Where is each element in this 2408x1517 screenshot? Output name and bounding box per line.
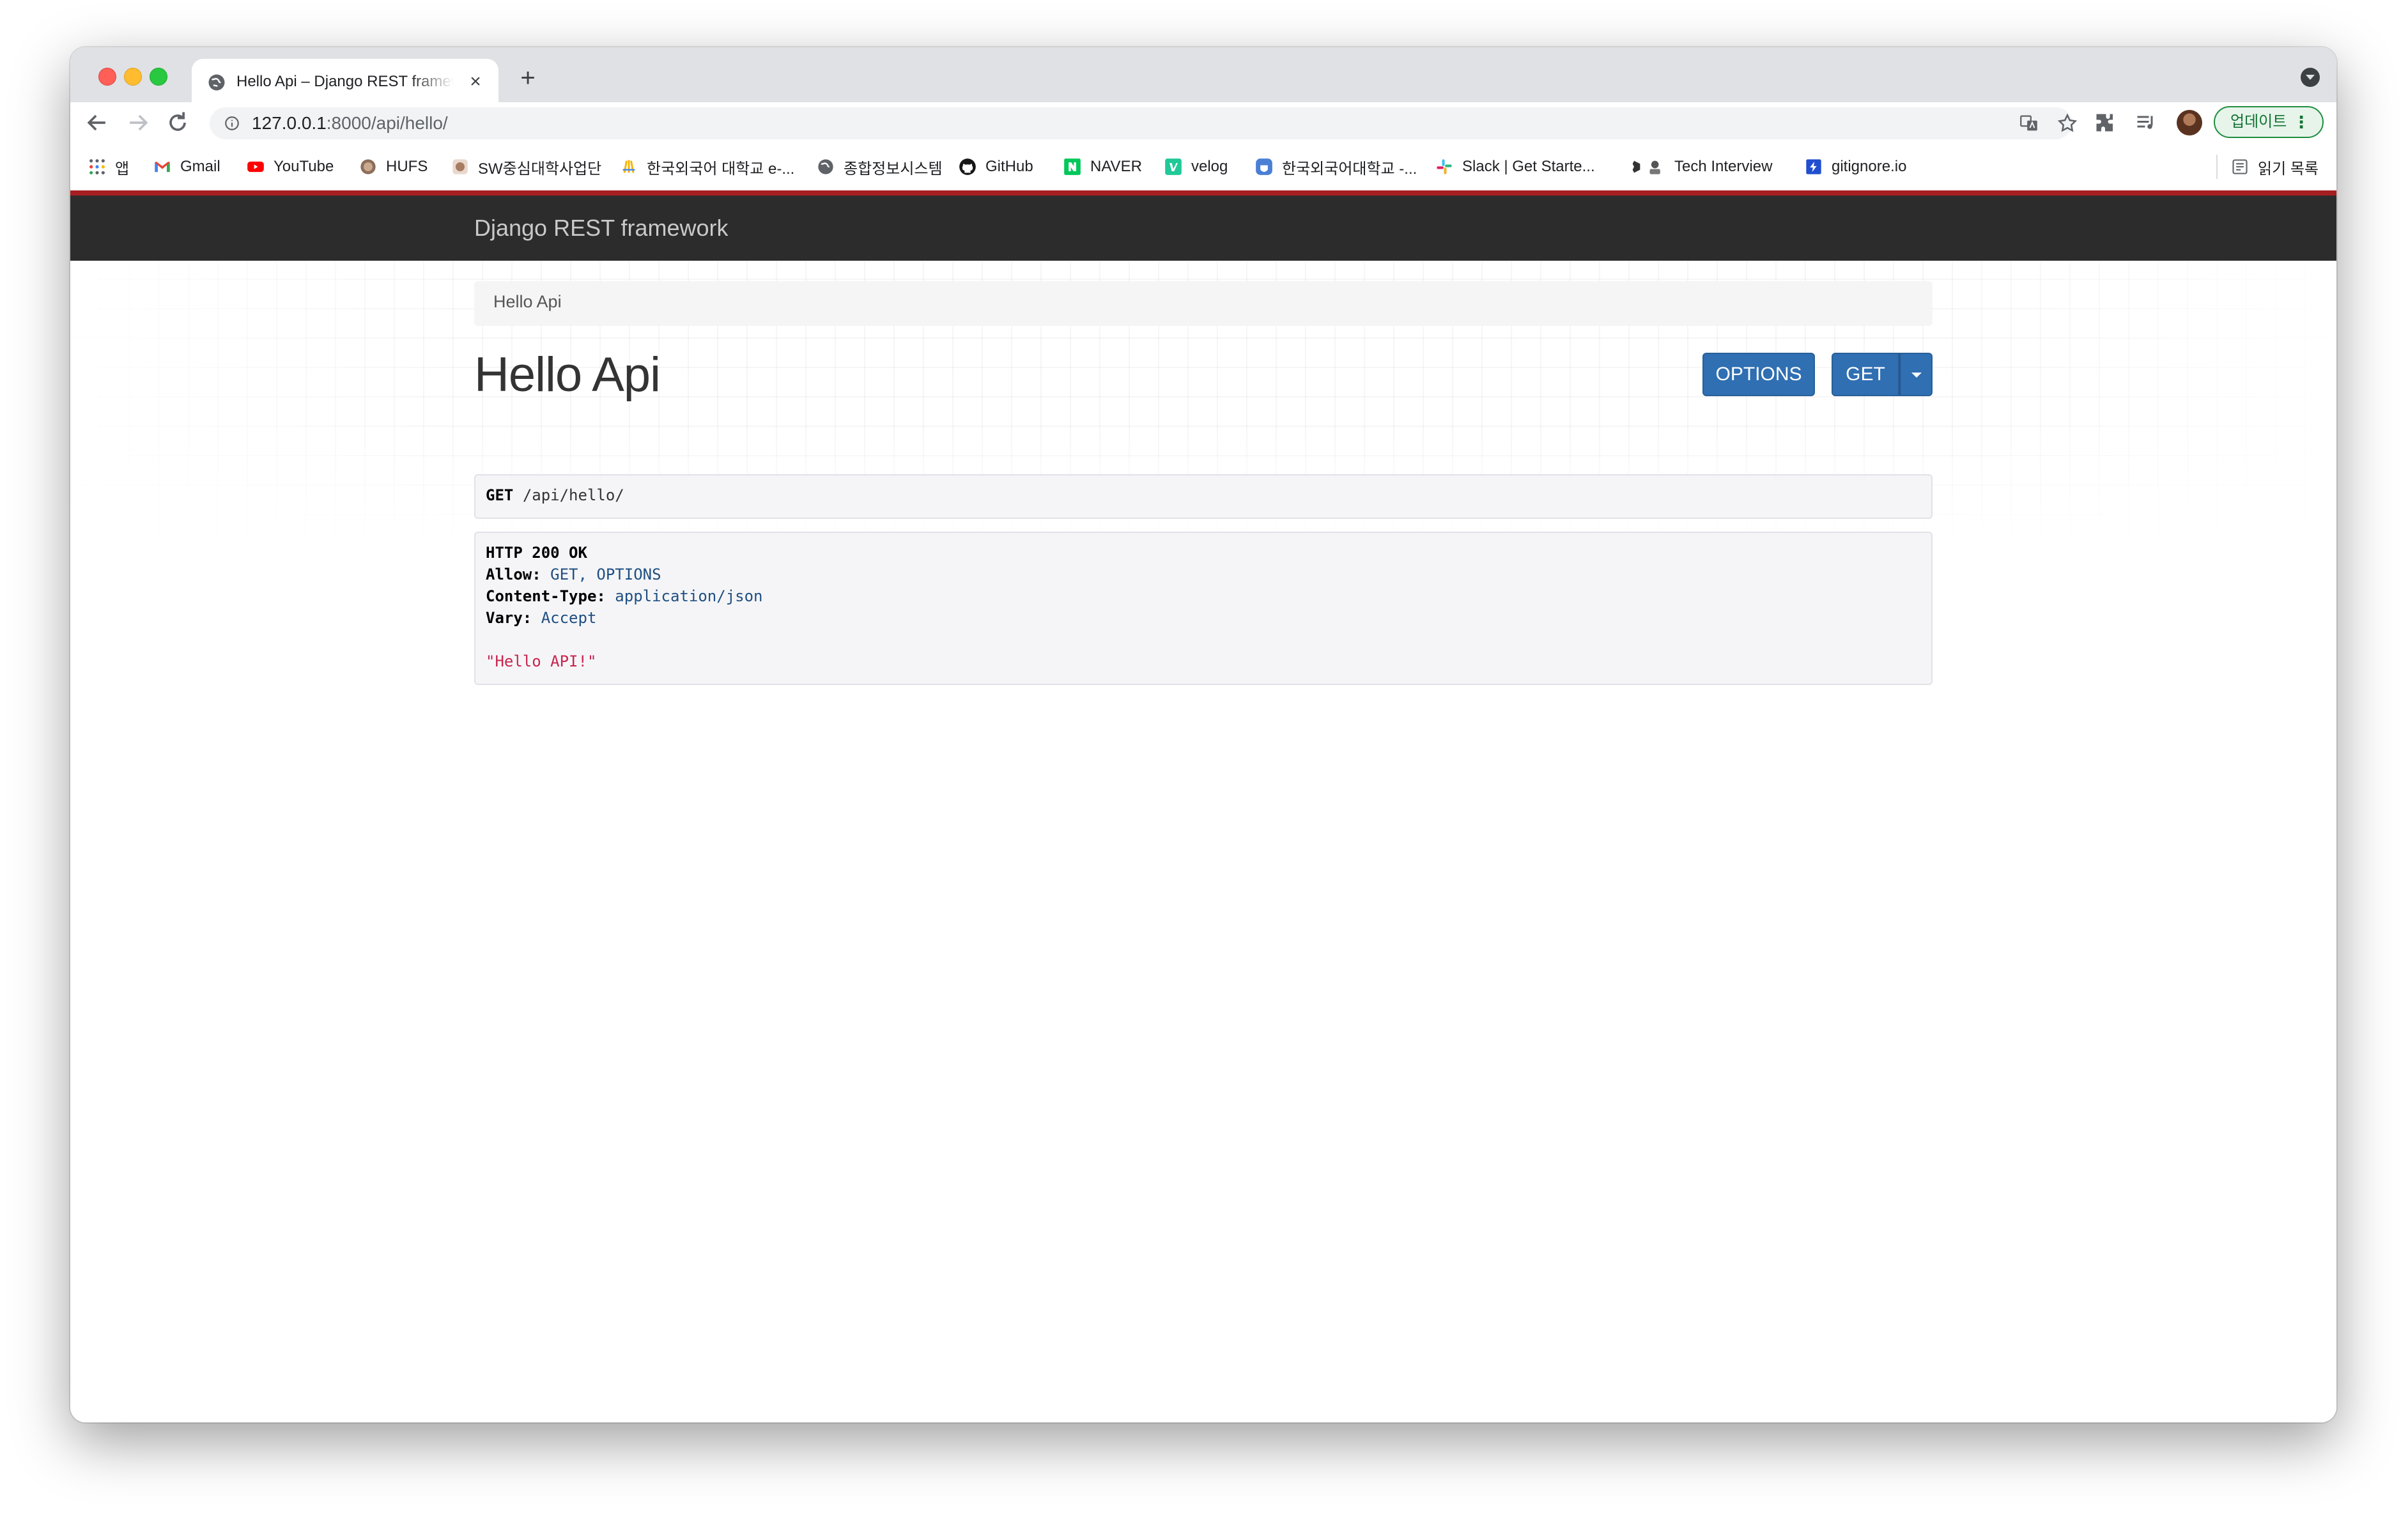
bookmark-label: HUFS	[386, 158, 428, 175]
extensions-icon[interactable]	[2094, 111, 2117, 134]
profile-avatar[interactable]	[2177, 110, 2202, 135]
request-info: GET /api/hello/	[474, 474, 1933, 519]
github-icon	[959, 158, 976, 175]
options-button[interactable]: OPTIONS	[1702, 353, 1815, 396]
reading-list-button[interactable]: 읽기 목록	[2231, 143, 2319, 190]
bookmark-label: YouTube	[274, 158, 334, 175]
reading-list-label: 읽기 목록	[2258, 160, 2319, 178]
reading-list-icon	[2232, 159, 2248, 174]
bookmark-hufs[interactable]: HUFS	[359, 143, 428, 190]
hufs-shield-icon	[1256, 158, 1272, 175]
bookmark-label: 종합정보시스템	[844, 160, 943, 178]
browser-toolbar: 127.0.0.1:8000/api/hello/ 업데이트 ⋮	[70, 102, 2336, 143]
tab-close-icon[interactable]: ×	[464, 70, 487, 93]
update-button[interactable]: 업데이트 ⋮	[2214, 106, 2324, 138]
sw-icon	[452, 159, 468, 174]
response-header: Content-Type: application/json	[486, 585, 1921, 607]
bookmark-velog[interactable]: velog	[1164, 143, 1228, 190]
close-window-button[interactable]	[98, 68, 116, 86]
globe-icon	[208, 74, 225, 91]
tab-strip: Hello Api – Django REST framework × +	[70, 47, 2336, 102]
bookmark-label: GitHub	[985, 158, 1033, 175]
breadcrumb-item-active: Hello Api	[493, 292, 562, 311]
bookmark-youtube[interactable]: YouTube	[247, 143, 334, 190]
minimize-window-button[interactable]	[124, 68, 142, 86]
bookmark-label: Gmail	[180, 158, 220, 175]
url-text: 127.0.0.1:8000/api/hello/	[252, 113, 448, 133]
bookmark-label: NAVER	[1090, 158, 1142, 175]
bookmark-slack[interactable]: Slack | Get Starte...	[1435, 143, 1595, 190]
drf-navbar: Django REST framework	[70, 196, 2336, 261]
reload-icon[interactable]	[164, 109, 192, 137]
bookmark-label: 한국외국어 대학교 e-...	[647, 160, 795, 178]
response-info: HTTP 200 OK Allow: GET, OPTIONS Content-…	[474, 532, 1933, 685]
hufs-eclass-icon	[622, 160, 635, 173]
header-name: Allow:	[486, 566, 541, 583]
maximize-window-button[interactable]	[150, 68, 167, 86]
naver-icon	[1064, 158, 1081, 175]
bookmark-hufs-portal[interactable]: 한국외국어대학교 -...	[1255, 143, 1417, 190]
bookmark-hufs-eclass[interactable]: 한국외국어 대학교 e-...	[620, 143, 794, 190]
bookmark-naver[interactable]: NAVER	[1063, 143, 1142, 190]
bookmark-gmail[interactable]: Gmail	[153, 143, 220, 190]
menu-dots-icon: ⋮	[2293, 112, 2310, 132]
request-path: /api/hello/	[522, 486, 624, 504]
bookmark-label: gitignore.io	[1832, 158, 1907, 175]
bookmark-info-system[interactable]: 종합정보시스템	[817, 143, 943, 190]
bookmark-gitignore[interactable]: gitignore.io	[1805, 143, 1906, 190]
tab-search-icon[interactable]	[2301, 68, 2320, 87]
update-label: 업데이트	[2230, 113, 2287, 130]
response-header: Allow: GET, OPTIONS	[486, 564, 1921, 585]
header-name: Content-Type:	[486, 587, 606, 605]
browser-window: Hello Api – Django REST framework × + 12…	[70, 47, 2336, 1422]
back-icon[interactable]	[83, 109, 111, 137]
response-status: HTTP 200 OK	[486, 544, 587, 562]
response-spacer	[486, 629, 1921, 651]
accent-bar	[70, 190, 2336, 196]
bookmark-label: velog	[1191, 158, 1228, 175]
globe-icon	[818, 159, 833, 174]
brand-link[interactable]: Django REST framework	[474, 215, 728, 242]
youtube-icon	[247, 161, 264, 173]
response-body: "Hello API!"	[486, 652, 597, 670]
bookmark-star-icon[interactable]	[2057, 112, 2078, 134]
page-title: Hello Api	[474, 348, 661, 402]
bookmark-label: SW중심대학사업단	[478, 160, 602, 178]
bookmark-label: Tech Interview	[1674, 158, 1773, 175]
bookmark-label: Slack | Get Starte...	[1462, 158, 1595, 175]
translate-icon[interactable]	[2018, 112, 2040, 134]
address-bar[interactable]: 127.0.0.1:8000/api/hello/	[210, 107, 2078, 139]
tech-interview-icon	[1632, 160, 1660, 174]
header-value: application/json	[615, 587, 763, 605]
media-queue-icon[interactable]	[2134, 111, 2157, 134]
request-method: GET	[486, 486, 514, 504]
header-name: Vary:	[486, 609, 532, 627]
bookmarks-bar: 앱 Gmail YouTube HUFS SW중심대학사업단 한국외국어 대학교…	[70, 143, 2336, 190]
slack-icon	[1437, 159, 1452, 174]
velog-icon	[1165, 158, 1182, 175]
header-value: GET, OPTIONS	[550, 566, 661, 583]
get-format-dropdown-toggle[interactable]	[1899, 353, 1933, 396]
hufs-icon	[360, 159, 376, 174]
gmail-icon	[155, 161, 170, 173]
bookmark-tech-interview[interactable]: Tech Interview	[1630, 143, 1772, 190]
new-tab-button[interactable]: +	[514, 64, 542, 92]
header-value: Accept	[541, 609, 597, 627]
gitignore-icon	[1806, 159, 1821, 174]
tab-title: Hello Api – Django REST framework	[236, 73, 454, 90]
response-header: Vary: Accept	[486, 607, 1921, 629]
breadcrumb: Hello Api	[474, 281, 1933, 326]
get-button[interactable]: GET	[1832, 353, 1899, 396]
forward-icon[interactable]	[124, 109, 152, 137]
apps-grid-icon	[89, 159, 105, 174]
bookmark-label: 한국외국어대학교 -...	[1282, 160, 1417, 178]
bookmark-sw[interactable]: SW중심대학사업단	[451, 143, 601, 190]
bookmarks-divider	[2216, 155, 2218, 179]
page-content: Django REST framework Hello Api Hello Ap…	[70, 190, 2336, 1422]
site-info-icon[interactable]	[224, 115, 240, 132]
bookmark-label: 앱	[115, 160, 130, 178]
tab-active[interactable]: Hello Api – Django REST framework ×	[192, 59, 498, 102]
bookmark-apps[interactable]: 앱	[88, 143, 129, 190]
bookmark-github[interactable]: GitHub	[959, 143, 1033, 190]
